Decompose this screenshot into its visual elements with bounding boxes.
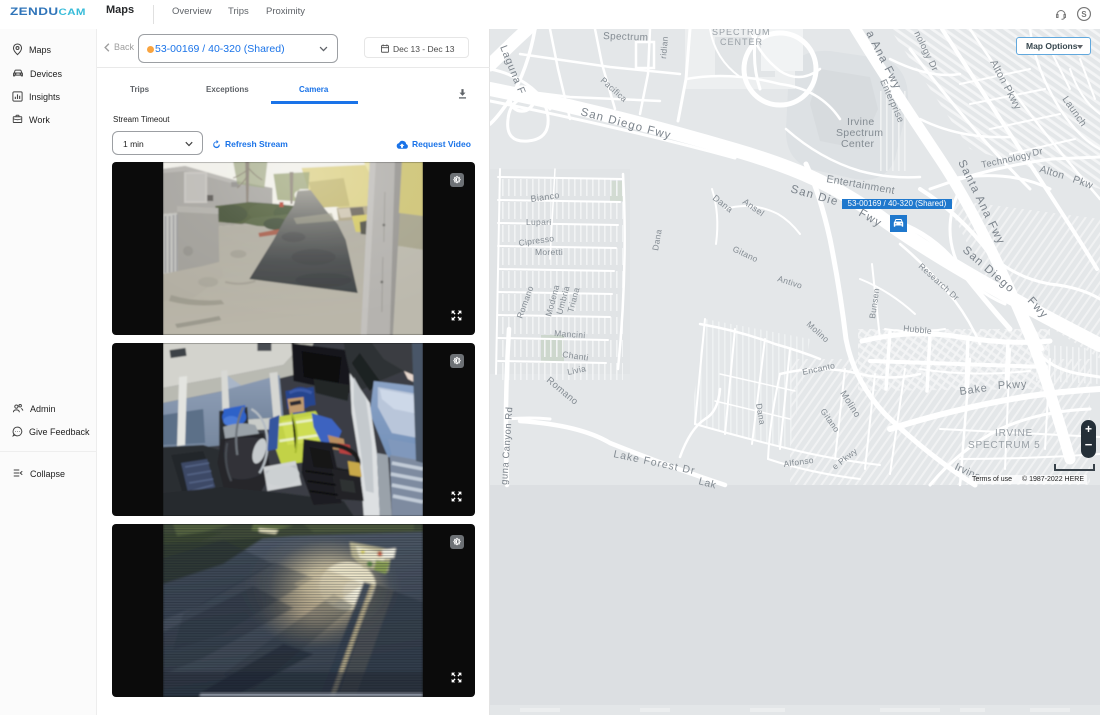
svg-text:IRVINE: IRVINE	[995, 428, 1033, 439]
svg-text:Pkwy: Pkwy	[998, 378, 1028, 392]
svg-text:ridian: ridian	[658, 36, 670, 59]
svg-text:CENTER: CENTER	[720, 37, 763, 47]
svg-text:Spectrum: Spectrum	[603, 31, 649, 44]
svg-text:Moretti: Moretti	[535, 247, 563, 257]
svg-text:Lupari: Lupari	[526, 217, 551, 227]
svg-text:S: S	[1081, 10, 1086, 19]
svg-text:SPECTRUM: SPECTRUM	[712, 29, 771, 37]
svg-text:SPECTRUM 5: SPECTRUM 5	[968, 440, 1040, 451]
svg-text:Center: Center	[841, 138, 875, 150]
svg-text:Dr: Dr	[1031, 146, 1044, 159]
